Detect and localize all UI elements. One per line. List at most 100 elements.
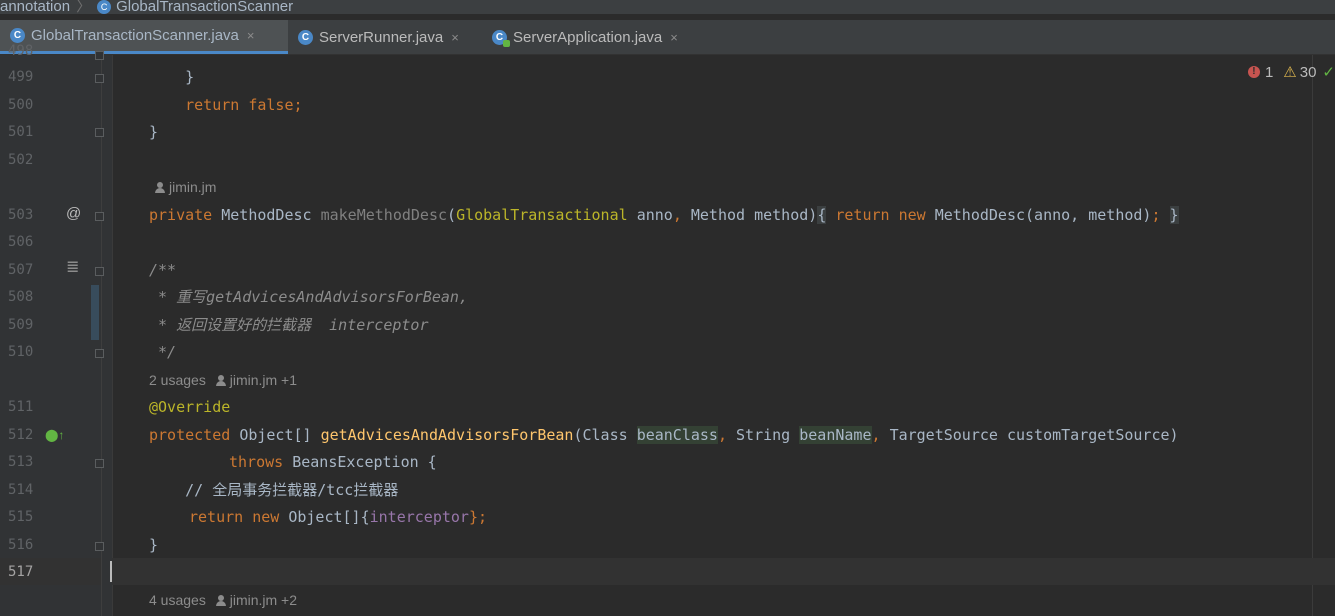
- doc-text: 返回设置好的拦截器 interceptor: [176, 316, 429, 334]
- doc-prefix: *: [149, 288, 177, 306]
- param-decl: TargetSource customTargetSource): [889, 426, 1179, 444]
- fold-marker-icon[interactable]: [95, 542, 104, 551]
- folded-region-close[interactable]: }: [1169, 206, 1179, 224]
- doc-comment: * 返回设置好的拦截器 interceptor: [149, 312, 429, 339]
- line-number: 513: [8, 454, 34, 470]
- type-name: GlobalTransactional: [456, 206, 628, 224]
- type-name: Method: [690, 206, 746, 224]
- method-name: makeMethodDesc: [320, 206, 448, 224]
- line-number: 499: [8, 69, 34, 85]
- code-text: protected Object[] getAdvicesAndAdvisors…: [149, 426, 1179, 444]
- line-number: 511: [8, 399, 34, 415]
- param-name: beanName: [799, 426, 872, 444]
- doc-text: 重写getAdvicesAndAdvisorsForBean,: [176, 288, 468, 306]
- type-name: Class: [582, 426, 628, 444]
- type-name: Object[]: [239, 426, 312, 444]
- line-number: 506: [8, 234, 34, 250]
- person-icon: [155, 182, 165, 193]
- doc-comment: */: [149, 343, 177, 361]
- keyword-new: new: [252, 508, 280, 526]
- code-line: 515 return new Object[]{interceptor};: [0, 504, 1335, 531]
- code-line: 499 }: [0, 64, 1335, 91]
- param-name: method: [754, 206, 809, 224]
- doc-prefix: *: [149, 316, 177, 334]
- line-number: 515: [8, 509, 34, 525]
- fold-marker-icon[interactable]: [95, 51, 104, 60]
- close-brace: };: [468, 508, 488, 526]
- keyword-new: new: [898, 206, 926, 224]
- author-name: jimin.jm +1: [229, 372, 298, 388]
- override-at-icon[interactable]: @: [66, 205, 81, 222]
- code-vision-usages[interactable]: 4 usages jimin.jm +2: [149, 587, 297, 614]
- keyword-return: return: [189, 508, 244, 526]
- text-caret: [110, 561, 112, 582]
- code-line: 513 throws BeansException {: [0, 449, 1335, 476]
- method-name: getAdvicesAndAdvisorsForBean: [320, 426, 574, 444]
- param-name: anno: [636, 206, 673, 224]
- fold-marker-icon[interactable]: [95, 212, 104, 221]
- line-number: 510: [8, 344, 34, 360]
- annotation: @Override: [149, 398, 231, 416]
- fold-marker-icon[interactable]: [95, 349, 104, 358]
- code-text: throws BeansException {: [229, 449, 437, 476]
- line-number: 517: [8, 564, 34, 580]
- code-line: 511 @Override: [0, 394, 1335, 421]
- code-line: 503 @ private MethodDesc makeMethodDesc(…: [0, 202, 1335, 229]
- code-line: 502: [0, 147, 1335, 174]
- structure-icon[interactable]: ≣: [66, 257, 79, 277]
- person-icon: [215, 375, 226, 386]
- code-text: private MethodDesc makeMethodDesc(Global…: [149, 206, 1179, 224]
- code-line: 501 }: [0, 119, 1335, 146]
- fold-marker-icon[interactable]: [95, 74, 104, 83]
- breadcrumb-item-annotation[interactable]: annotation: [0, 0, 70, 14]
- code-text: }: [149, 123, 159, 141]
- code-text: }: [149, 536, 159, 554]
- line-number: 509: [8, 317, 34, 333]
- code-vision-usages[interactable]: 2 usages jimin.jm +1: [149, 367, 297, 394]
- line-number: 514: [8, 482, 34, 498]
- line-number: 498: [8, 43, 34, 59]
- type-name: MethodDesc: [221, 206, 312, 224]
- usages-count[interactable]: 2 usages: [149, 372, 206, 388]
- keyword-throws: throws: [229, 453, 284, 471]
- breadcrumb: annotation 〉 C GlobalTransactionScanner: [0, 0, 1335, 14]
- folded-region-open[interactable]: {: [817, 206, 827, 224]
- code-line: 507 ≣ /**: [0, 257, 1335, 284]
- type-name: String: [736, 426, 791, 444]
- keyword-false: false: [248, 96, 294, 114]
- semicolon: ;: [293, 96, 303, 114]
- param-name: beanClass: [636, 426, 718, 444]
- code-line: 506: [0, 229, 1335, 256]
- type-name: BeansException {: [292, 453, 437, 471]
- breadcrumb-item-class[interactable]: GlobalTransactionScanner: [116, 0, 293, 14]
- code-line: 516 }: [0, 532, 1335, 559]
- overrides-method-icon[interactable]: ⬤↑: [45, 422, 64, 449]
- author-name: jimin.jm: [169, 179, 217, 195]
- keyword-return: return: [149, 96, 249, 114]
- code-editor[interactable]: 498 499 } 500 return false; 501 } 502 ji…: [0, 43, 1335, 616]
- code-line: 512 ⬤↑ protected Object[] getAdvicesAndA…: [0, 422, 1335, 449]
- line-number: 508: [8, 289, 34, 305]
- constructor-call: MethodDesc(anno, method): [934, 206, 1152, 224]
- code-line: 498: [0, 38, 1335, 65]
- line-number: 512: [8, 427, 34, 443]
- keyword-private: private: [149, 206, 213, 224]
- doc-comment: /**: [149, 261, 177, 279]
- code-line: 514 // 全局事务拦截器/tcc拦截器: [0, 477, 1335, 504]
- field-ref: interceptor: [369, 508, 469, 526]
- author-name: jimin.jm +2: [229, 592, 298, 608]
- code-line: 508 * 重写getAdvicesAndAdvisorsForBean,: [0, 284, 1335, 311]
- code-vision-author[interactable]: jimin.jm: [149, 174, 216, 201]
- code-text: return false;: [149, 92, 303, 119]
- code-line: 517: [0, 559, 1335, 586]
- code-line: 509 * 返回设置好的拦截器 interceptor: [0, 312, 1335, 339]
- fold-marker-icon[interactable]: [95, 267, 104, 276]
- fold-marker-icon[interactable]: [95, 459, 104, 468]
- line-comment: // 全局事务拦截器/tcc拦截器: [149, 481, 399, 499]
- class-icon: C: [97, 0, 112, 14]
- usages-count[interactable]: 4 usages: [149, 592, 206, 608]
- line-number: 500: [8, 97, 34, 113]
- fold-marker-icon[interactable]: [95, 128, 104, 137]
- code-line: 500 return false;: [0, 92, 1335, 119]
- keyword-protected: protected: [149, 426, 231, 444]
